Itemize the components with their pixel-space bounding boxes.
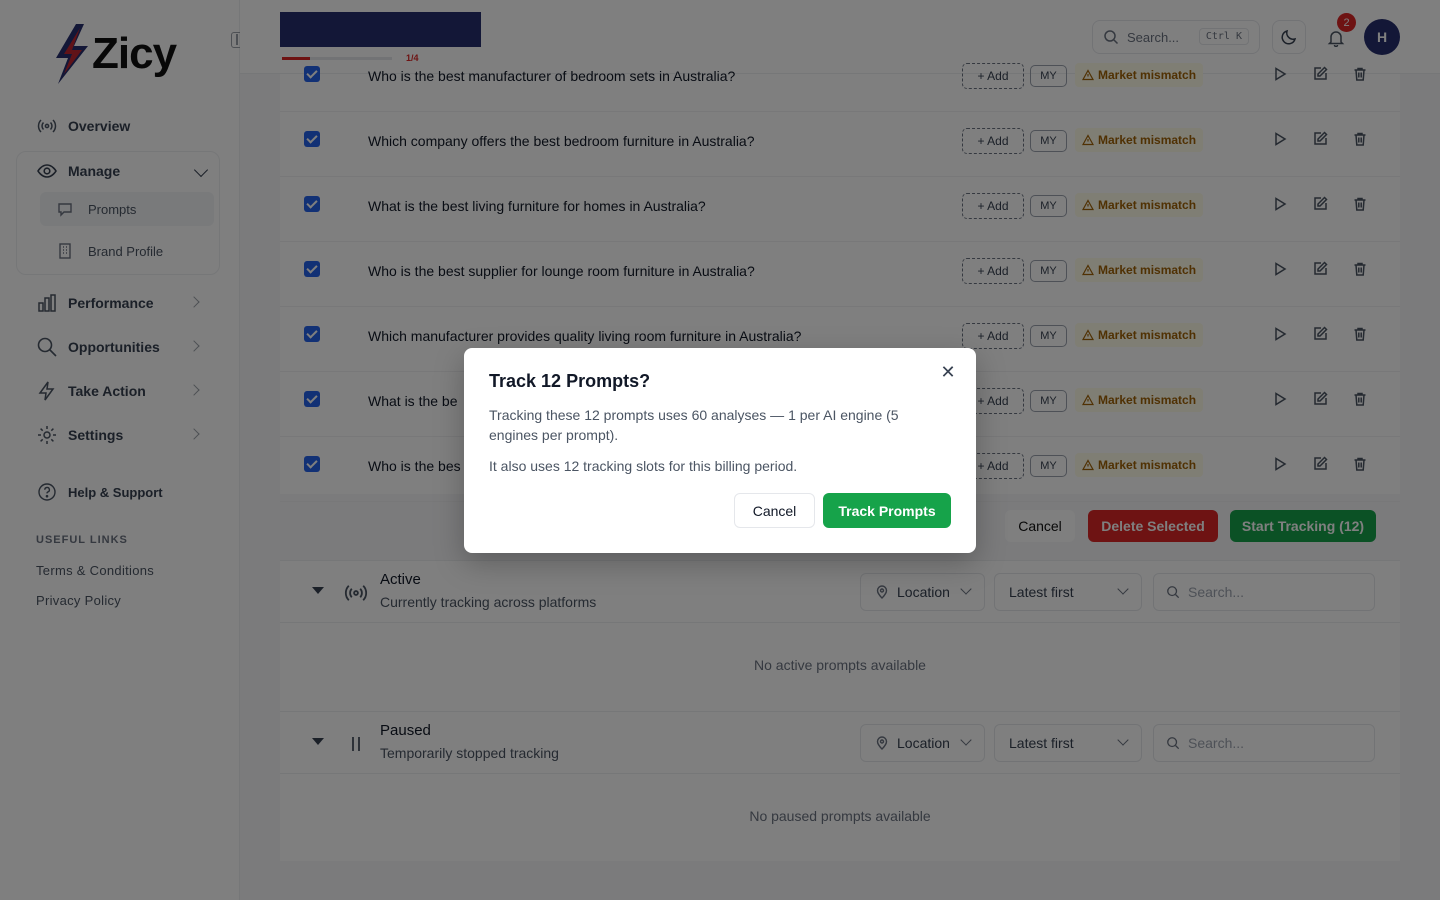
dialog-title: Track 12 Prompts?	[489, 371, 651, 391]
close-icon[interactable]: ✕	[938, 362, 958, 382]
track-prompts-button[interactable]: Track Prompts	[823, 493, 951, 528]
dialog-body-slots: It also uses 12 tracking slots for this …	[489, 458, 798, 474]
track-prompts-dialog: ✕ Track 12 Prompts? Tracking these 12 pr…	[464, 348, 976, 553]
dialog-body-usage: Tracking these 12 prompts uses 60 analys…	[489, 407, 899, 443]
dialog-cancel-button[interactable]: Cancel	[734, 493, 815, 528]
